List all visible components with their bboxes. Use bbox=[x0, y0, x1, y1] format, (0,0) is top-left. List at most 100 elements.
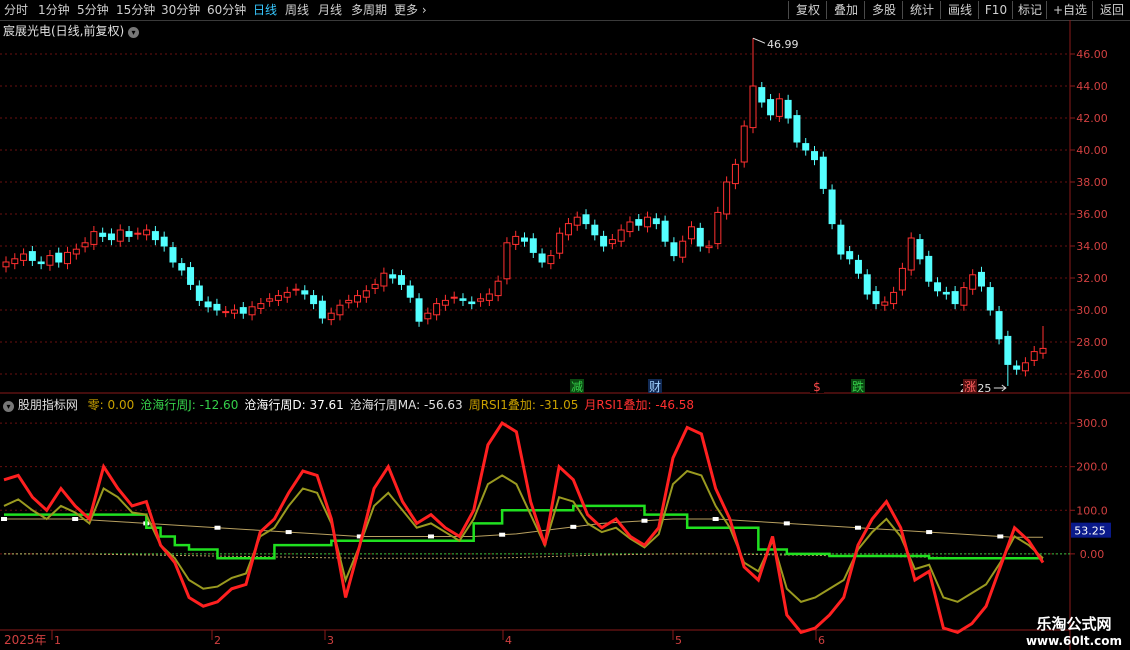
candle-body bbox=[793, 115, 801, 143]
candle-body bbox=[969, 274, 977, 290]
candle-body bbox=[635, 219, 643, 226]
candle-body bbox=[99, 232, 107, 237]
candle-body bbox=[687, 226, 695, 240]
candle-body bbox=[837, 224, 845, 255]
series-marker bbox=[570, 524, 577, 529]
candle-body bbox=[415, 298, 423, 322]
candle-body bbox=[556, 232, 564, 254]
candle-body bbox=[644, 216, 652, 228]
candle-body bbox=[239, 307, 247, 314]
candle-body bbox=[283, 291, 291, 298]
candle-body bbox=[64, 251, 72, 265]
chevron-down-icon[interactable]: ▾ bbox=[3, 401, 14, 412]
candle-body bbox=[986, 287, 994, 311]
candle-body bbox=[573, 216, 581, 226]
indicator-legend-item: 周RSI1叠加: -31.05 bbox=[468, 398, 579, 412]
candle-body bbox=[459, 298, 467, 301]
series-marker bbox=[926, 530, 933, 535]
candle-body bbox=[626, 221, 634, 233]
watermark-title: 乐淘公式网 bbox=[1036, 615, 1112, 633]
indicator-legend-item: 沧海行周J: -12.60 bbox=[140, 398, 239, 412]
indicator-legend-item: 沧海行周D: 37.61 bbox=[244, 398, 344, 412]
current-value: 53.25 bbox=[1074, 525, 1106, 538]
candle-body bbox=[107, 233, 115, 241]
candle-body bbox=[336, 304, 344, 316]
indicator-legend-item: 零: 0.00 bbox=[87, 398, 135, 412]
event-marker: 财 bbox=[649, 380, 661, 394]
price-tick-label: 32.00 bbox=[1076, 272, 1108, 285]
candle-body bbox=[204, 301, 212, 308]
indicator-name[interactable]: 股朋指标网 bbox=[18, 398, 78, 412]
candle-body bbox=[503, 242, 511, 280]
candle-body bbox=[784, 99, 792, 119]
candle-body bbox=[1021, 362, 1029, 372]
price-tick-label: 40.00 bbox=[1076, 144, 1108, 157]
candle-body bbox=[222, 311, 230, 314]
price-tick-label: 46.00 bbox=[1076, 48, 1108, 61]
high-label: 46.99 bbox=[767, 38, 799, 51]
candle-body bbox=[169, 247, 177, 263]
axes: 46.0044.0042.0040.0038.0036.0034.0032.00… bbox=[0, 48, 1111, 650]
candle-body bbox=[767, 99, 775, 116]
series-marker bbox=[214, 525, 221, 530]
candle-body bbox=[72, 248, 80, 255]
indicator-tick-label: 0.00 bbox=[1080, 548, 1105, 561]
stock-title: 宸展光电(日线,前复权) bbox=[3, 24, 125, 38]
candle-body bbox=[749, 85, 757, 129]
candle-body bbox=[389, 274, 397, 279]
candle-body bbox=[441, 299, 449, 306]
candle-body bbox=[705, 245, 713, 249]
candle-body bbox=[274, 295, 282, 301]
year-label: 2025年 bbox=[4, 633, 47, 647]
candle-body bbox=[995, 311, 1003, 340]
series-marker bbox=[997, 534, 1004, 539]
candle-body bbox=[819, 156, 827, 189]
candle-body bbox=[521, 237, 528, 242]
candle-body bbox=[740, 125, 748, 163]
candle-body bbox=[406, 285, 414, 298]
price-annotations: 46.9925.25减财$跌涨 bbox=[570, 37, 1007, 395]
candle-body bbox=[977, 271, 985, 287]
candle-body bbox=[951, 291, 959, 305]
candle-body bbox=[802, 143, 810, 151]
candle-body bbox=[617, 229, 625, 242]
candle-body bbox=[134, 232, 142, 235]
candle-body bbox=[670, 242, 678, 257]
candle-body bbox=[468, 301, 476, 305]
series-line bbox=[4, 504, 1043, 560]
candle-body bbox=[362, 290, 370, 298]
candle-body bbox=[90, 231, 98, 245]
candle-body bbox=[55, 252, 63, 263]
candle-body bbox=[898, 267, 906, 291]
candle-body bbox=[116, 229, 124, 242]
candle-body bbox=[907, 237, 915, 271]
candle-body bbox=[151, 231, 159, 241]
candle-body bbox=[318, 300, 326, 319]
chevron-down-icon[interactable]: ▾ bbox=[128, 27, 140, 38]
candle-body bbox=[925, 255, 933, 282]
event-marker: $ bbox=[813, 380, 821, 394]
candle-body bbox=[811, 151, 819, 161]
series-marker bbox=[499, 532, 506, 537]
month-label: 4 bbox=[505, 634, 512, 647]
candle-body bbox=[485, 293, 493, 301]
price-tick-label: 34.00 bbox=[1076, 240, 1108, 253]
candle-body bbox=[160, 236, 168, 247]
candle-body bbox=[564, 223, 572, 236]
price-tick-label: 30.00 bbox=[1076, 304, 1108, 317]
candle-body bbox=[354, 295, 362, 303]
candle-body bbox=[758, 87, 766, 103]
indicator-legend: 零: 0.00 沧海行周J: -12.60 沧海行周D: 37.61 沧海行周MA: … bbox=[88, 398, 700, 412]
price-tick-label: 26.00 bbox=[1076, 368, 1108, 381]
candle-body bbox=[1013, 365, 1021, 370]
low-pointer bbox=[993, 384, 1007, 392]
candle-body bbox=[187, 267, 195, 285]
series-marker bbox=[641, 518, 648, 523]
candle-body bbox=[2, 261, 10, 268]
candle-body bbox=[37, 261, 45, 265]
candle-body bbox=[477, 298, 485, 302]
candle-body bbox=[846, 251, 854, 260]
candle-body bbox=[863, 274, 871, 295]
candle-body bbox=[828, 189, 836, 225]
indicator-title-bar: ▾ 股朋指标网 零: 0.00 沧海行周J: -12.60 沧海行周D: 37.61… bbox=[3, 396, 700, 413]
